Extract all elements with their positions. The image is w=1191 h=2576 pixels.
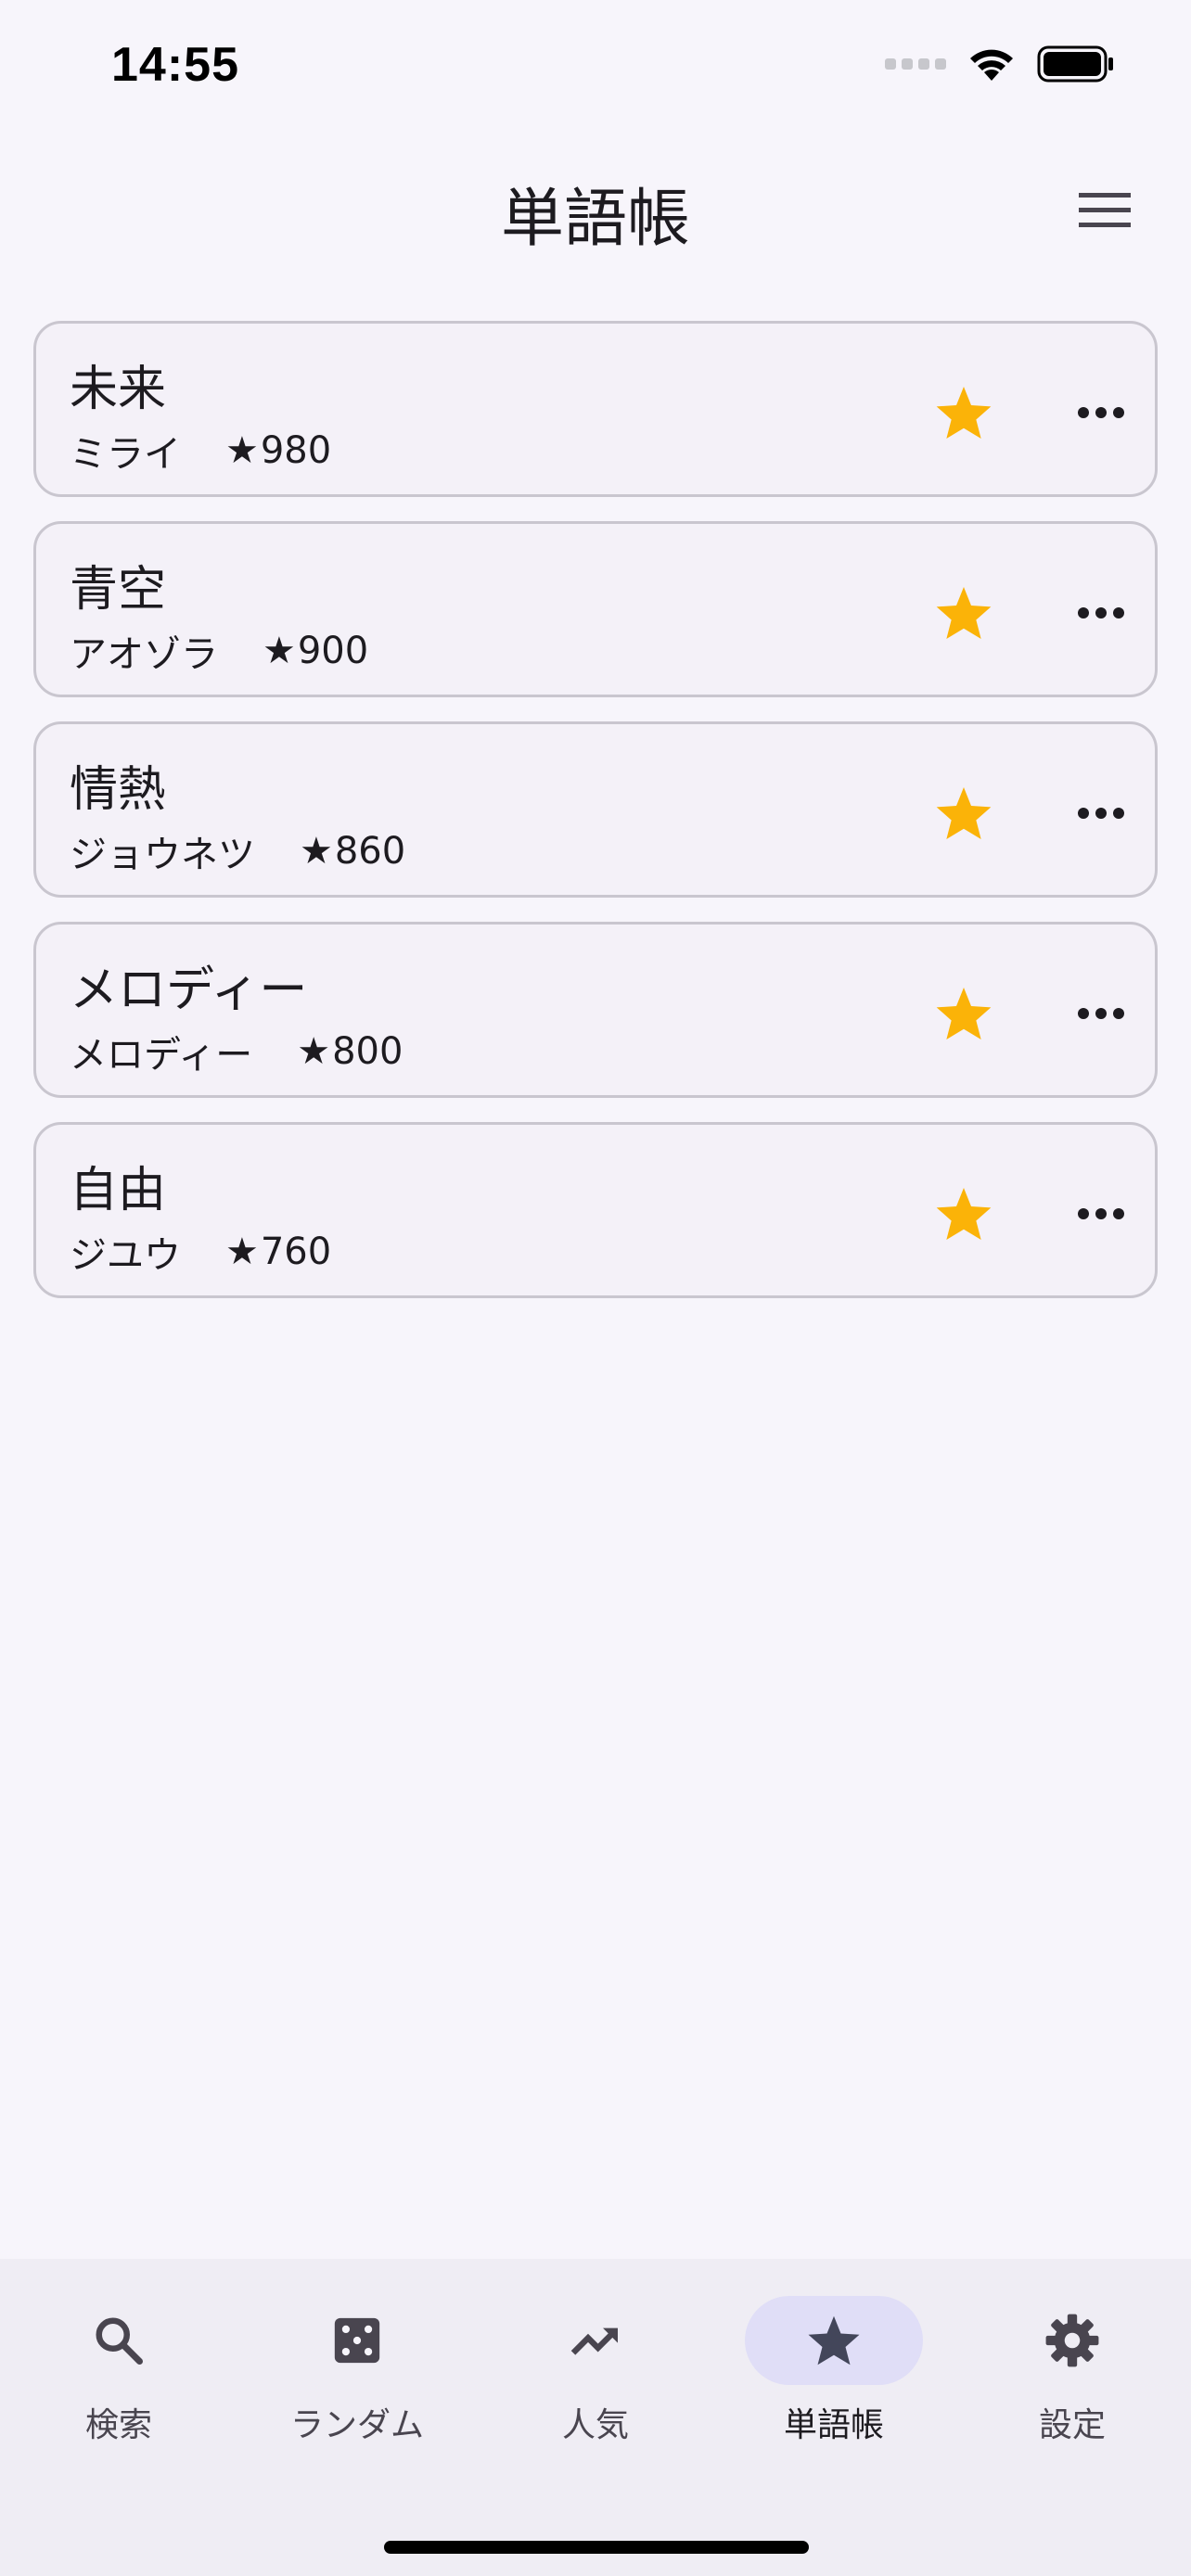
word-text: 情熱 (70, 762, 167, 818)
word-subtitle: アオゾラ ★ 900 (70, 624, 368, 678)
word-subtitle: ジョウネツ ★ 860 (70, 824, 405, 878)
star-icon (936, 587, 992, 639)
battery-icon (1037, 45, 1113, 83)
word-list: 未来 ミライ ★ 980 青空 アオゾラ ★ 900 情熱 ジョウネツ ★ 86… (33, 321, 1158, 1322)
nav-icon-container (745, 2296, 923, 2385)
nav-icon-container (983, 2296, 1161, 2385)
gear-icon (1045, 2314, 1099, 2367)
nav-item-settings[interactable]: 設定 (970, 2296, 1174, 2463)
dice-icon (334, 2317, 380, 2364)
nav-label: ランダム (289, 2406, 424, 2444)
word-subtitle: メロディー ★ 800 (70, 1025, 403, 1078)
word-score: 800 (332, 1030, 403, 1073)
score-star-icon: ★ (300, 830, 333, 873)
app-header: 単語帳 (0, 148, 1191, 269)
word-subtitle: ジユウ ★ 760 (70, 1225, 331, 1279)
favorite-button[interactable] (927, 376, 1001, 450)
more-horizontal-icon (1078, 607, 1124, 618)
word-card[interactable]: 青空 アオゾラ ★ 900 (33, 521, 1158, 697)
more-horizontal-icon (1078, 1208, 1124, 1219)
nav-item-search[interactable]: 検索 (17, 2296, 221, 2463)
word-reading: メロディー (70, 1034, 253, 1077)
page-title: 単語帳 (500, 183, 690, 256)
word-reading: ジョウネツ (70, 834, 255, 876)
nav-icon-container (268, 2296, 446, 2385)
home-indicator (384, 2541, 809, 2554)
score-star-icon: ★ (225, 429, 259, 472)
status-bar: 14:55 (0, 0, 1191, 139)
word-subtitle: ミライ ★ 980 (70, 424, 331, 478)
star-icon (808, 2315, 860, 2366)
nav-icon-container (30, 2296, 208, 2385)
status-time: 14:55 (111, 38, 239, 92)
search-icon (96, 2317, 143, 2365)
score-star-icon: ★ (225, 1231, 259, 1273)
menu-button[interactable] (1072, 178, 1137, 243)
word-text: 自由 (70, 1163, 167, 1218)
nav-item-popular[interactable]: 人気 (493, 2296, 698, 2463)
more-options-button[interactable] (1064, 576, 1138, 650)
bottom-navigation: 検索 ランダム 人気 単語帳 設定 (0, 2259, 1191, 2576)
word-card[interactable]: 情熱 ジョウネツ ★ 860 (33, 721, 1158, 898)
score-star-icon: ★ (297, 1030, 331, 1073)
word-card[interactable]: メロディー メロディー ★ 800 (33, 922, 1158, 1098)
more-horizontal-icon (1078, 1008, 1124, 1019)
word-text: 青空 (70, 562, 167, 618)
star-icon (936, 1188, 992, 1240)
wifi-icon (970, 49, 1013, 81)
word-reading: ジユウ (70, 1234, 181, 1277)
word-card[interactable]: 自由 ジユウ ★ 760 (33, 1122, 1158, 1298)
more-options-button[interactable] (1064, 976, 1138, 1051)
favorite-button[interactable] (927, 976, 1001, 1051)
word-text: 未来 (70, 362, 167, 417)
more-horizontal-icon (1078, 407, 1124, 418)
trending-up-icon (570, 2327, 618, 2355)
nav-label: 人気 (561, 2406, 629, 2444)
star-icon (936, 387, 992, 439)
word-text: メロディー (70, 963, 308, 1018)
favorite-button[interactable] (927, 1177, 1001, 1251)
more-options-button[interactable] (1064, 376, 1138, 450)
nav-label: 設定 (1038, 2406, 1106, 2444)
cellular-signal-icon (885, 58, 946, 70)
nav-icon-container (506, 2296, 685, 2385)
word-card[interactable]: 未来 ミライ ★ 980 (33, 321, 1158, 497)
favorite-button[interactable] (927, 576, 1001, 650)
star-icon (936, 988, 992, 1039)
word-score: 980 (260, 429, 332, 472)
word-reading: ミライ (70, 433, 181, 476)
word-score: 860 (334, 830, 406, 873)
more-options-button[interactable] (1064, 1177, 1138, 1251)
nav-item-random[interactable]: ランダム (255, 2296, 459, 2463)
nav-item-wordbook[interactable]: 単語帳 (732, 2296, 936, 2463)
more-horizontal-icon (1078, 808, 1124, 819)
nav-label: 単語帳 (783, 2406, 884, 2444)
favorite-button[interactable] (927, 776, 1001, 850)
more-options-button[interactable] (1064, 776, 1138, 850)
status-icons (885, 45, 1115, 83)
word-score: 900 (297, 630, 369, 672)
word-score: 760 (260, 1231, 332, 1273)
nav-label: 検索 (84, 2406, 152, 2444)
score-star-icon: ★ (263, 630, 296, 672)
hamburger-menu-icon (1079, 193, 1131, 227)
star-icon (936, 787, 992, 839)
word-reading: アオゾラ (70, 633, 218, 676)
